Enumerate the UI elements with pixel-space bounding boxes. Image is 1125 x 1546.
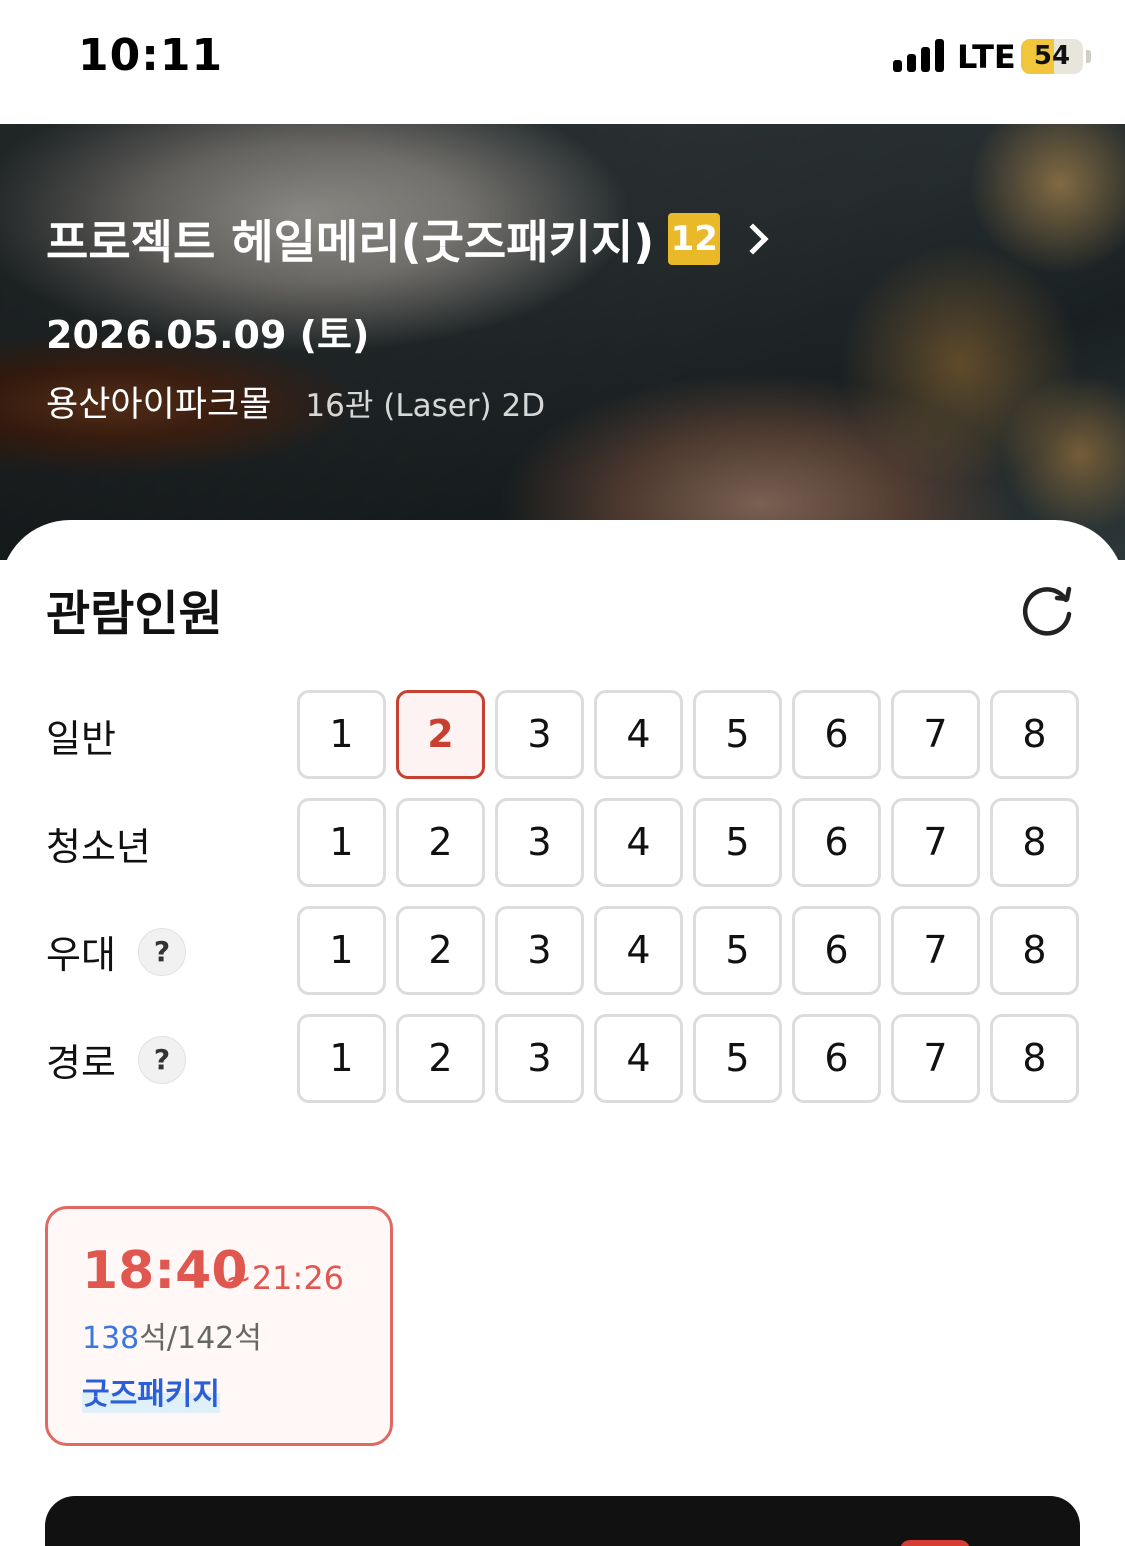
count-button[interactable]: 1 — [297, 906, 386, 995]
count-button[interactable]: 8 — [990, 906, 1079, 995]
count-button[interactable]: 5 — [693, 798, 782, 887]
audience-type-label: 청소년 — [46, 825, 151, 869]
movie-title: 프로젝트 헤일메리(굿즈패키지) — [46, 215, 655, 269]
seat-count: 138석/142석 — [82, 1313, 262, 1357]
count-button[interactable]: 3 — [495, 906, 584, 995]
count-button[interactable]: 7 — [891, 690, 980, 779]
count-button[interactable]: 2 — [396, 798, 485, 887]
count-button[interactable]: 4 — [594, 690, 683, 779]
count-button[interactable]: 6 — [792, 906, 881, 995]
network-type: LTE — [957, 38, 1016, 76]
theater-name: 용산아이파크몰 — [46, 385, 272, 425]
status-time: 10:11 — [78, 30, 224, 81]
count-button[interactable]: 8 — [990, 690, 1079, 779]
audience-type-label: 경로 — [46, 1041, 116, 1085]
count-button[interactable]: 8 — [990, 1014, 1079, 1103]
count-button[interactable]: 7 — [891, 1014, 980, 1103]
count-button[interactable]: 7 — [891, 906, 980, 995]
show-date: 2026.05.09 (토) — [46, 313, 370, 357]
refresh-icon[interactable] — [1016, 578, 1078, 640]
count-button[interactable]: 2 — [396, 1014, 485, 1103]
seats-available: 138 — [82, 1321, 140, 1356]
count-button[interactable]: 6 — [792, 798, 881, 887]
showtime-end: ~21:26 — [225, 1259, 345, 1297]
audience-type-label: 우대 — [46, 933, 116, 977]
battery-cap — [1086, 50, 1091, 63]
count-button[interactable]: 4 — [594, 798, 683, 887]
booking-sheet: 관람인원 일반 1 2 3 4 5 6 7 8 청소년 1 2 3 4 5 6 7 8 우대? 1 2 3 4 5 6 7 8 경로?… — [0, 520, 1125, 1546]
bottom-bar-accent — [900, 1540, 970, 1546]
audience-row: 경로? 1 2 3 4 5 6 7 8 — [0, 1014, 1125, 1104]
count-button[interactable]: 5 — [693, 906, 782, 995]
count-button[interactable]: 5 — [693, 690, 782, 779]
seats-available-unit: 석 — [139, 1321, 167, 1356]
count-button[interactable]: 3 — [495, 1014, 584, 1103]
question-icon[interactable]: ? — [138, 928, 186, 976]
count-button[interactable]: 8 — [990, 798, 1079, 887]
rating-12-icon: 12 — [668, 213, 721, 265]
count-button[interactable]: 1 — [297, 1014, 386, 1103]
count-button[interactable]: 2 — [396, 906, 485, 995]
count-button[interactable]: 4 — [594, 1014, 683, 1103]
showtime-card[interactable]: 18:40 ~21:26 138석/142석 굿즈패키지 — [45, 1206, 393, 1446]
count-button[interactable]: 1 — [297, 690, 386, 779]
screen-info: 16관 (Laser) 2D — [305, 388, 546, 424]
count-button[interactable]: 7 — [891, 798, 980, 887]
signal-strength-icon — [893, 38, 945, 72]
package-tag: 굿즈패키지 — [82, 1369, 220, 1413]
count-button[interactable]: 3 — [495, 690, 584, 779]
audience-row: 우대? 1 2 3 4 5 6 7 8 — [0, 906, 1125, 996]
count-button[interactable]: 3 — [495, 798, 584, 887]
question-icon[interactable]: ? — [138, 1036, 186, 1084]
seats-total: /142석 — [166, 1321, 262, 1356]
theater-info: 용산아이파크몰 16관 (Laser) 2D — [46, 376, 545, 427]
audience-title: 관람인원 — [46, 586, 223, 642]
count-button[interactable]: 5 — [693, 1014, 782, 1103]
count-button[interactable]: 4 — [594, 906, 683, 995]
movie-title-link[interactable]: 프로젝트 헤일메리(굿즈패키지) 12 — [46, 206, 769, 272]
count-button[interactable]: 6 — [792, 1014, 881, 1103]
audience-row: 청소년 1 2 3 4 5 6 7 8 — [0, 798, 1125, 888]
bottom-action-bar[interactable] — [45, 1496, 1080, 1546]
count-button[interactable]: 1 — [297, 798, 386, 887]
chevron-right-icon — [737, 223, 769, 255]
audience-type-label: 일반 — [46, 717, 116, 761]
count-button[interactable]: 2 — [396, 690, 485, 779]
audience-row: 일반 1 2 3 4 5 6 7 8 — [0, 690, 1125, 780]
count-button[interactable]: 6 — [792, 690, 881, 779]
movie-poster-header: 프로젝트 헤일메리(굿즈패키지) 12 2026.05.09 (토) 용산아이파… — [0, 124, 1125, 560]
showtime-start: 18:40 — [82, 1241, 248, 1301]
status-bar: 10:11 LTE 54 — [0, 0, 1125, 124]
battery-icon: 54 — [1021, 39, 1083, 74]
battery-percentage: 54 — [1033, 41, 1071, 71]
